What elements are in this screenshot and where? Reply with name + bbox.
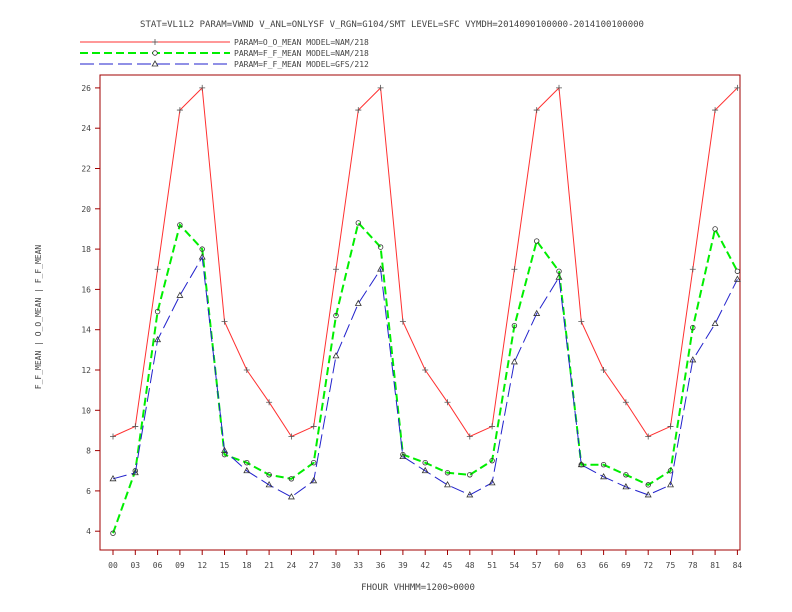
y-tick-label: 8	[86, 447, 91, 456]
plot-frame	[99, 74, 741, 551]
point-series-0	[444, 399, 451, 406]
legend: PARAM=O_O_MEAN MODEL=NAM/218 PARAM=F_F_M…	[80, 38, 369, 69]
point-series-2	[733, 275, 741, 282]
x-tick-label: 42	[420, 561, 430, 570]
x-tick-label: 33	[353, 561, 363, 570]
y-axis-label: F_F_MEAN | O_O_MEAN | F_F_MEAN	[34, 245, 43, 390]
x-tick-label: 06	[153, 561, 163, 570]
point-series-0	[600, 367, 607, 373]
x-tick-label: 72	[643, 561, 653, 570]
legend-label-1: PARAM=F_F_MEAN MODEL=NAM/218	[234, 49, 369, 58]
point-series-0	[154, 266, 161, 273]
x-tick-label: 60	[554, 561, 564, 570]
x-tick-label: 03	[130, 561, 140, 570]
y-tick-label: 10	[81, 406, 91, 415]
chart-title: STAT=VL1L2 PARAM=VWND V_ANL=ONLYSF V_RGN…	[140, 20, 644, 30]
point-series-1	[377, 244, 384, 250]
legend-label-2: PARAM=F_F_MEAN MODEL=GFS/212	[234, 60, 369, 69]
series-line-0	[112, 86, 738, 438]
x-tick-label: 45	[443, 561, 453, 570]
y-tick-label: 24	[81, 124, 91, 133]
x-tick-label: 36	[376, 561, 386, 570]
series-line-2	[112, 255, 738, 498]
point-series-0	[221, 318, 228, 325]
x-tick-label: 30	[331, 561, 341, 570]
x-tick-label: 27	[309, 561, 319, 570]
point-series-2	[176, 291, 184, 298]
point-series-1	[534, 238, 540, 244]
point-series-2	[711, 319, 719, 327]
point-series-2	[287, 493, 295, 500]
x-tick-label: 21	[264, 561, 274, 570]
y-tick-label: 20	[81, 205, 91, 214]
point-series-0	[288, 433, 295, 440]
x-tick-label: 63	[576, 561, 586, 570]
y-tick-label: 18	[81, 245, 91, 254]
axis-ticks: 00 03 06 09 12 15 18 21 24 27 30 33 36 39 42 45 48 51 54 57…	[81, 84, 742, 570]
point-series-0	[466, 433, 473, 440]
y-tick-label: 14	[81, 326, 91, 335]
point-series-1	[734, 268, 741, 274]
point-series-2	[510, 358, 518, 365]
x-tick-label: 54	[510, 561, 520, 570]
point-series-0	[399, 318, 406, 325]
y-tick-label: 16	[81, 285, 91, 294]
x-tick-label: 18	[242, 561, 252, 570]
x-tick-label: 57	[532, 561, 542, 570]
x-tick-label: 15	[220, 561, 230, 570]
x-tick-label: 81	[710, 561, 720, 570]
point-series-0	[645, 433, 652, 440]
legend-marker-0	[152, 39, 158, 45]
series-line-1	[112, 220, 739, 534]
x-tick-label: 09	[175, 561, 185, 570]
y-tick-label: 4	[86, 527, 91, 536]
x-tick-label: 48	[465, 561, 475, 570]
x-tick-label: 69	[621, 561, 631, 570]
x-tick-label: 66	[599, 561, 609, 570]
point-series-0	[578, 318, 585, 325]
series-group	[109, 39, 741, 536]
point-series-0	[489, 423, 496, 430]
x-axis-label: FHOUR VHHMM=1200>0000	[361, 583, 475, 593]
point-series-0	[667, 423, 674, 430]
y-tick-label: 26	[81, 84, 91, 93]
point-series-0	[110, 433, 116, 440]
point-series-0	[422, 367, 429, 373]
point-series-0	[689, 266, 696, 273]
point-series-0	[266, 399, 273, 406]
legend-marker-1	[152, 50, 158, 56]
x-tick-label: 00	[108, 561, 118, 570]
point-series-1	[712, 226, 718, 232]
point-series-0	[333, 266, 339, 273]
legend-label-0: PARAM=O_O_MEAN MODEL=NAM/218	[234, 38, 369, 47]
point-series-0	[622, 399, 629, 406]
x-tick-label: 78	[688, 561, 698, 570]
point-series-0	[243, 367, 250, 373]
x-tick-label: 84	[733, 561, 743, 570]
point-series-0	[310, 423, 317, 430]
x-tick-label: 51	[487, 561, 497, 570]
line-chart: STAT=VL1L2 PARAM=VWND V_ANL=ONLYSF V_RGN…	[34, 20, 742, 593]
point-series-2	[332, 352, 340, 359]
point-series-0	[132, 423, 139, 430]
y-tick-label: 12	[81, 366, 91, 375]
x-tick-label: 12	[197, 561, 207, 570]
x-tick-label: 39	[398, 561, 408, 570]
x-tick-label: 24	[287, 561, 297, 570]
y-tick-label: 6	[86, 487, 91, 496]
x-tick-label: 75	[666, 561, 676, 570]
point-series-1	[355, 220, 361, 226]
y-tick-label: 22	[81, 165, 91, 174]
point-series-0	[511, 266, 518, 273]
point-series-2	[444, 481, 451, 488]
